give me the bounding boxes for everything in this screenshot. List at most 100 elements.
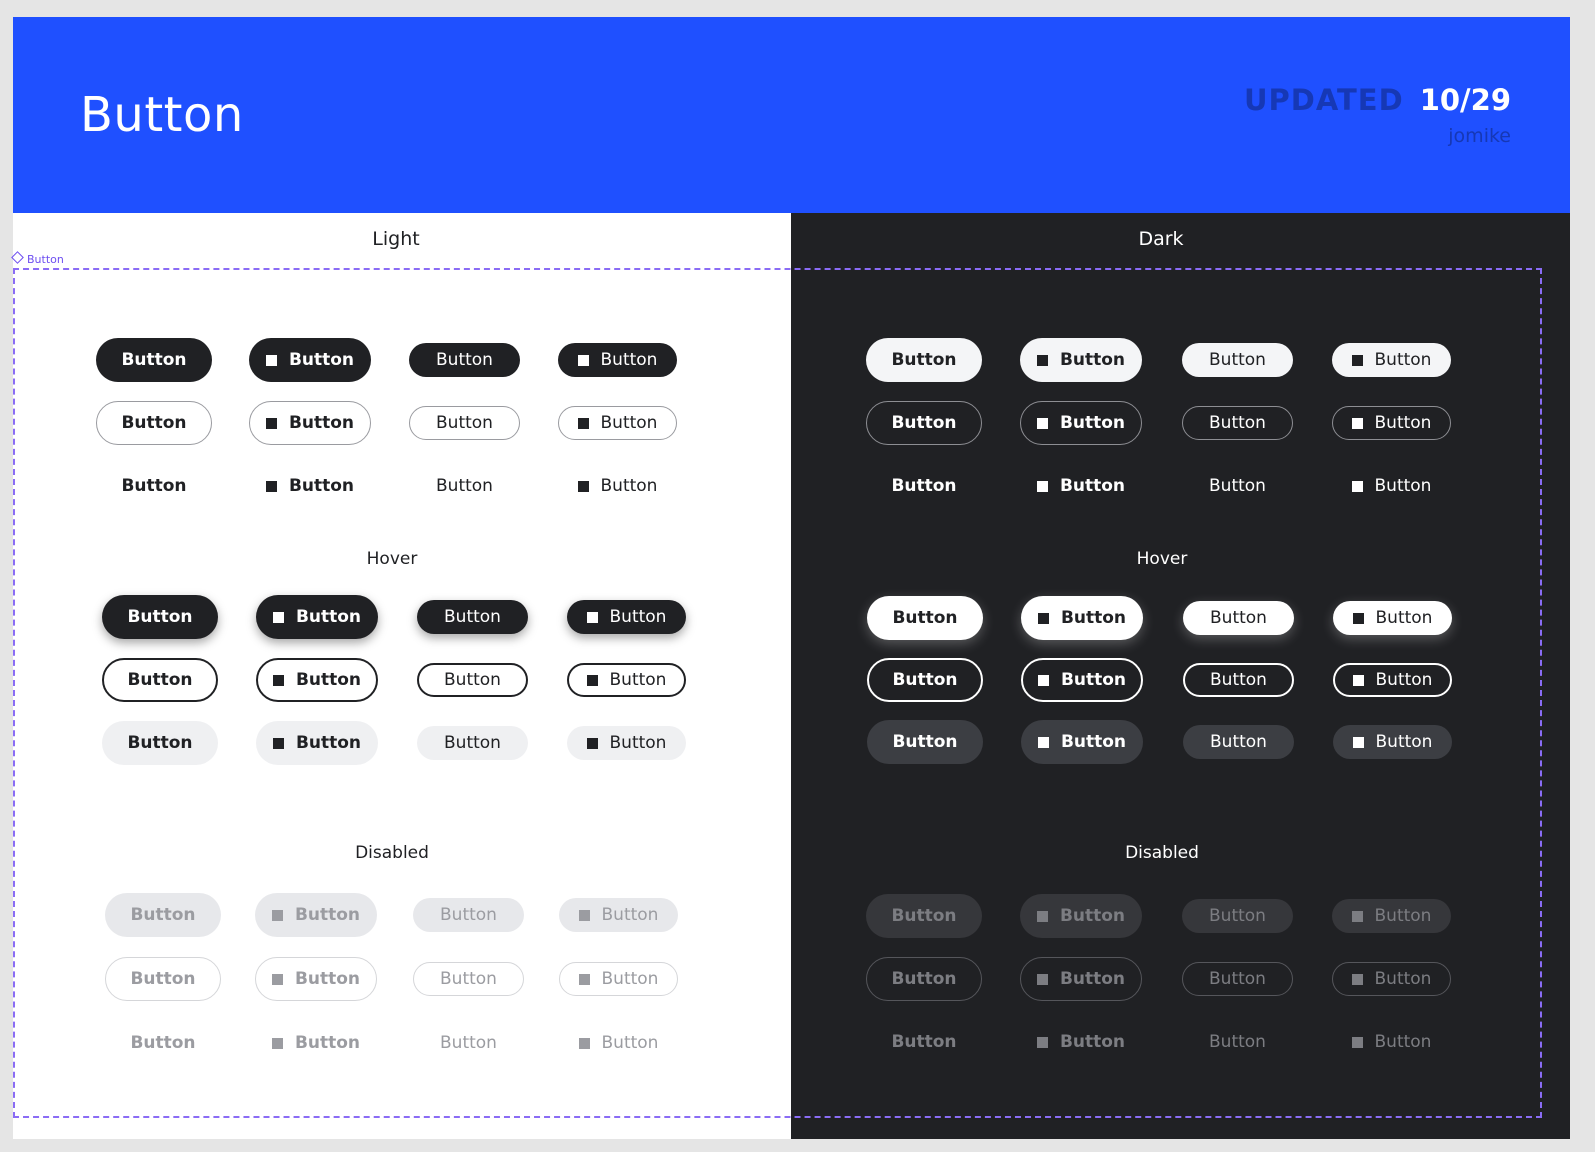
button-label: Button [609, 607, 667, 627]
square-icon [578, 973, 590, 985]
button-label: Button [609, 670, 667, 690]
dark-fill-h-large-icon-button[interactable]: Button [1021, 596, 1143, 640]
button-label: Button [121, 413, 187, 433]
button-label: Button [1209, 1032, 1266, 1052]
light-ghost-h-small-button[interactable]: Button [417, 726, 528, 760]
dark-fill-large-button[interactable]: Button [866, 338, 982, 382]
square-icon [271, 1037, 283, 1049]
dark-fill-small-button[interactable]: Button [1182, 343, 1293, 377]
square-icon [265, 417, 277, 429]
button-label: Button [1060, 670, 1127, 690]
button-label: Button [295, 733, 362, 753]
square-icon [1037, 674, 1049, 686]
dark-out-small-icon-button[interactable]: Button [1332, 406, 1451, 440]
button-label: Button [601, 969, 659, 989]
button-label: Button [601, 905, 659, 925]
light-out-h-large-button[interactable]: Button [102, 658, 218, 702]
light-out-h-large-icon-button[interactable]: Button [256, 658, 378, 702]
dark-fill-small-icon-button[interactable]: Button [1332, 343, 1451, 377]
light-fill-small-icon-button[interactable]: Button [558, 343, 677, 377]
light-fill-h-small-icon-button[interactable]: Button [567, 600, 686, 634]
button-label: Button [600, 413, 658, 433]
light-fill-h-large-button[interactable]: Button [102, 595, 218, 639]
dark-ghost-small-icon-button[interactable]: Button [1332, 469, 1451, 503]
light-out-large-icon-button[interactable]: Button [249, 401, 371, 445]
button-label: Button [130, 1033, 196, 1053]
button-label: Button [1059, 1032, 1126, 1052]
dark-ghost-h-small-button[interactable]: Button [1183, 725, 1294, 759]
dark-out-d-large-icon-button: Button [1020, 957, 1142, 1001]
light-ghost-small-button[interactable]: Button [409, 469, 520, 503]
light-fill-h-large-icon-button[interactable]: Button [256, 595, 378, 639]
square-icon [1036, 910, 1048, 922]
dark-fill-h-large-button[interactable]: Button [867, 596, 983, 640]
dark-out-h-large-icon-button[interactable]: Button [1021, 658, 1143, 702]
light-out-h-small-icon-button[interactable]: Button [567, 663, 686, 697]
button-label: Button [121, 476, 187, 496]
button-label: Button [1059, 350, 1126, 370]
light-ghost-d-large-icon-button: Button [255, 1021, 377, 1065]
light-out-small-button[interactable]: Button [409, 406, 520, 440]
dark-out-large-icon-button[interactable]: Button [1020, 401, 1142, 445]
light-fill-large-icon-button[interactable]: Button [249, 338, 371, 382]
dark-out-small-button[interactable]: Button [1182, 406, 1293, 440]
dark-out-large-button[interactable]: Button [866, 401, 982, 445]
button-label: Button [1059, 476, 1126, 496]
dark-ghost-h-small-icon-button[interactable]: Button [1333, 725, 1452, 759]
button-label: Button [892, 670, 958, 690]
button-label: Button [1209, 906, 1266, 926]
dark-fill-h-small-button[interactable]: Button [1183, 601, 1294, 635]
dark-fill-large-icon-button[interactable]: Button [1020, 338, 1142, 382]
dark-ghost-small-button[interactable]: Button [1182, 469, 1293, 503]
light-out-d-large-button: Button [105, 957, 221, 1001]
light-out-h-small-button[interactable]: Button [417, 663, 528, 697]
button-label: Button [891, 476, 957, 496]
dark-ghost-large-icon-button[interactable]: Button [1020, 464, 1142, 508]
square-icon [272, 611, 284, 623]
square-icon [1036, 480, 1048, 492]
light-fill-large-button[interactable]: Button [96, 338, 212, 382]
light-out-d-large-icon-button: Button [255, 957, 377, 1001]
dark-out-h-small-icon-button[interactable]: Button [1333, 663, 1452, 697]
updated-date: 10/29 [1419, 83, 1511, 117]
dark-ghost-large-button[interactable]: Button [866, 464, 982, 508]
light-out-small-icon-button[interactable]: Button [558, 406, 677, 440]
light-fill-h-small-button[interactable]: Button [417, 600, 528, 634]
button-label: Button [891, 969, 957, 989]
square-icon [265, 480, 277, 492]
light-ghost-h-large-button[interactable]: Button [102, 721, 218, 765]
dark-out-d-large-button: Button [866, 957, 982, 1001]
dark-ghost-h-large-icon-button[interactable]: Button [1021, 720, 1143, 764]
dark-ghost-d-small-icon-button: Button [1332, 1025, 1451, 1059]
button-label: Button [1374, 969, 1432, 989]
light-ghost-h-large-icon-button[interactable]: Button [256, 721, 378, 765]
square-icon [1036, 417, 1048, 429]
button-label: Button [295, 670, 362, 690]
light-ghost-large-button[interactable]: Button [96, 464, 212, 508]
button-label: Button [288, 350, 355, 370]
dark-ghost-d-large-icon-button: Button [1020, 1020, 1142, 1064]
light-ghost-small-icon-button[interactable]: Button [558, 469, 677, 503]
square-icon [1037, 736, 1049, 748]
button-label: Button [444, 733, 501, 753]
square-icon [272, 674, 284, 686]
button-label: Button [892, 732, 958, 752]
dark-out-h-large-button[interactable]: Button [867, 658, 983, 702]
light-ghost-h-small-icon-button[interactable]: Button [567, 726, 686, 760]
light-out-large-button[interactable]: Button [96, 401, 212, 445]
light-disabled-label: Disabled [355, 843, 429, 863]
button-label: Button [1374, 476, 1432, 496]
light-fill-small-button[interactable]: Button [409, 343, 520, 377]
dark-fill-h-small-icon-button[interactable]: Button [1333, 601, 1452, 635]
dark-fill-d-small-icon-button: Button [1332, 899, 1451, 933]
button-label: Button [127, 607, 193, 627]
square-icon [1351, 1036, 1363, 1048]
square-icon [1036, 973, 1048, 985]
light-ghost-large-icon-button[interactable]: Button [249, 464, 371, 508]
button-label: Button [891, 413, 957, 433]
light-fill-d-large-icon-button: Button [255, 893, 377, 937]
dark-hover-label: Hover [1136, 549, 1188, 569]
dark-out-h-small-button[interactable]: Button [1183, 663, 1294, 697]
button-label: Button [1209, 969, 1266, 989]
dark-ghost-h-large-button[interactable]: Button [867, 720, 983, 764]
